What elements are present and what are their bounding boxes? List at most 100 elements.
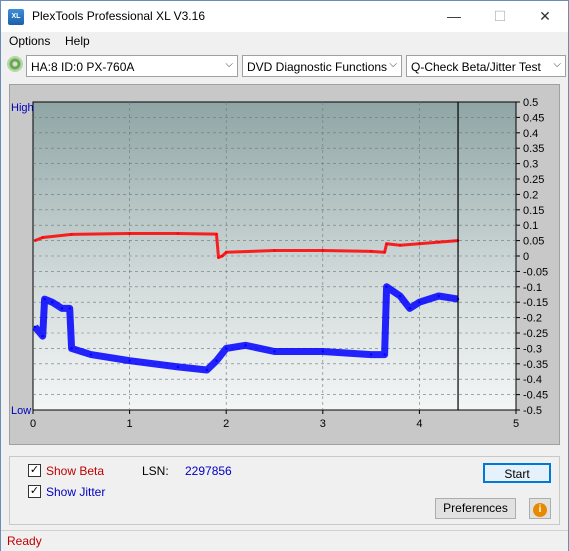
y-tick-label: 0.1 bbox=[523, 220, 538, 232]
title-bar: XL PlexTools Professional XL V3.16 — ☐ ✕ bbox=[1, 1, 568, 32]
beta-point bbox=[385, 242, 388, 245]
beta-point bbox=[321, 249, 324, 252]
beta-point bbox=[369, 250, 373, 253]
drive-select[interactable]: HA:8 ID:0 PX-760A ⌵ bbox=[26, 55, 238, 77]
y-tick-label: -0.45 bbox=[523, 390, 548, 402]
minimize-button[interactable]: — bbox=[431, 1, 477, 32]
x-tick-label: 1 bbox=[127, 418, 133, 430]
y-tick-label: -0.5 bbox=[523, 405, 542, 417]
jitter-point bbox=[68, 307, 71, 310]
show-jitter-label: Show Jitter bbox=[46, 485, 106, 499]
y-tick-label: 0.2 bbox=[523, 189, 538, 201]
x-tick-label: 3 bbox=[320, 418, 326, 430]
lsn-label: LSN: bbox=[142, 464, 169, 478]
y-tick-label: -0.35 bbox=[523, 359, 548, 371]
y-tick-label: -0.4 bbox=[523, 374, 542, 386]
function-select-value: DVD Diagnostic Functions bbox=[247, 60, 388, 74]
y-tick-label: 0.15 bbox=[523, 205, 544, 217]
window-title: PlexTools Professional XL V3.16 bbox=[32, 9, 205, 23]
y-tick-label: -0.25 bbox=[523, 328, 548, 340]
beta-jitter-chart: 0.5 0.45 0.4 0.35 0.3 0.25 0.2 0.15 0.1 0.05 0 -0.0… bbox=[11, 97, 548, 430]
y-tick-label: 0.4 bbox=[523, 128, 538, 140]
toolbar: HA:8 ID:0 PX-760A ⌵ DVD Diagnostic Funct… bbox=[1, 52, 568, 81]
test-select-value: Q-Check Beta/Jitter Test bbox=[411, 60, 541, 74]
jitter-point bbox=[244, 344, 247, 347]
y-tick-label: 0.3 bbox=[523, 159, 538, 171]
jitter-point bbox=[176, 365, 180, 369]
jitter-point bbox=[60, 307, 64, 310]
maximize-button[interactable]: ☐ bbox=[477, 1, 523, 32]
beta-point bbox=[221, 254, 224, 258]
beta-point bbox=[418, 242, 421, 245]
beta-point bbox=[70, 233, 73, 236]
preferences-button[interactable]: Preferences bbox=[435, 498, 516, 519]
y-tick-label: -0.1 bbox=[523, 282, 542, 294]
jitter-point bbox=[408, 307, 411, 310]
jitter-point bbox=[41, 334, 44, 338]
y-tick-label: 0.35 bbox=[523, 143, 544, 155]
beta-point bbox=[225, 251, 228, 254]
graph-panel: 0.5 0.45 0.4 0.35 0.3 0.25 0.2 0.15 0.1 0.05 0 -0.0… bbox=[9, 84, 560, 445]
beta-point bbox=[176, 232, 180, 235]
show-beta-checkbox[interactable]: ✓ bbox=[28, 464, 41, 477]
jitter-point bbox=[437, 294, 440, 298]
menu-options[interactable]: Options bbox=[9, 34, 50, 48]
jitter-point bbox=[70, 347, 73, 350]
app-logo-icon: XL bbox=[8, 9, 24, 25]
x-tick-label: 5 bbox=[513, 418, 519, 430]
status-text: Ready bbox=[7, 534, 42, 548]
y-tick-label: 0.5 bbox=[523, 97, 538, 109]
beta-point bbox=[41, 236, 44, 239]
chevron-down-icon: ⌵ bbox=[389, 59, 397, 70]
y-tick-label: -0.3 bbox=[523, 343, 542, 355]
function-select[interactable]: DVD Diagnostic Functions ⌵ bbox=[242, 55, 402, 77]
y-low-label: Low bbox=[11, 405, 31, 417]
jitter-point bbox=[418, 301, 421, 304]
jitter-point bbox=[369, 353, 373, 356]
beta-point bbox=[215, 232, 218, 236]
y-tick-label: 0 bbox=[523, 251, 529, 263]
beta-point bbox=[437, 240, 440, 244]
show-jitter-checkbox[interactable]: ✓ bbox=[28, 485, 41, 498]
start-button[interactable]: Start bbox=[483, 463, 551, 483]
y-high-label: High bbox=[11, 102, 34, 114]
y-tick-label: 0.45 bbox=[523, 112, 544, 124]
y-tick-label: 0.05 bbox=[523, 236, 544, 248]
jitter-point bbox=[89, 353, 93, 356]
y-tick-label: 0.25 bbox=[523, 174, 544, 186]
jitter-point bbox=[398, 294, 402, 298]
beta-point bbox=[398, 244, 402, 247]
menu-help[interactable]: Help bbox=[65, 34, 90, 48]
y-tick-label: -0.05 bbox=[523, 266, 548, 278]
show-beta-label: Show Beta bbox=[46, 464, 105, 478]
jitter-point bbox=[33, 325, 37, 329]
beta-point bbox=[128, 232, 131, 235]
x-tick-label: 0 bbox=[30, 418, 36, 430]
jitter-point bbox=[43, 297, 46, 301]
menu-bar: Options Help bbox=[1, 32, 568, 52]
close-button[interactable]: ✕ bbox=[522, 1, 568, 32]
jitter-point bbox=[385, 285, 388, 288]
jitter-point bbox=[383, 353, 386, 356]
status-bar: Ready bbox=[1, 530, 568, 551]
jitter-point bbox=[205, 368, 209, 372]
jitter-point bbox=[273, 350, 276, 353]
beta-point bbox=[273, 249, 276, 252]
jitter-point bbox=[128, 359, 131, 362]
disc-drive-icon bbox=[7, 56, 23, 72]
test-select[interactable]: Q-Check Beta/Jitter Test ⌵ bbox=[406, 55, 566, 77]
jitter-point bbox=[225, 347, 228, 350]
beta-point bbox=[33, 239, 37, 242]
chevron-down-icon: ⌵ bbox=[225, 59, 233, 70]
chevron-down-icon: ⌵ bbox=[553, 59, 561, 70]
info-button[interactable]: i bbox=[529, 498, 551, 519]
info-icon: i bbox=[533, 503, 547, 517]
beta-point bbox=[217, 256, 220, 259]
jitter-point bbox=[215, 359, 218, 362]
jitter-point bbox=[321, 350, 324, 353]
y-tick-label: -0.15 bbox=[523, 297, 548, 309]
jitter-point bbox=[51, 301, 54, 304]
beta-point bbox=[383, 251, 386, 254]
app-window: XL PlexTools Professional XL V3.16 — ☐ ✕… bbox=[0, 0, 569, 551]
lsn-value: 2297856 bbox=[185, 464, 232, 478]
